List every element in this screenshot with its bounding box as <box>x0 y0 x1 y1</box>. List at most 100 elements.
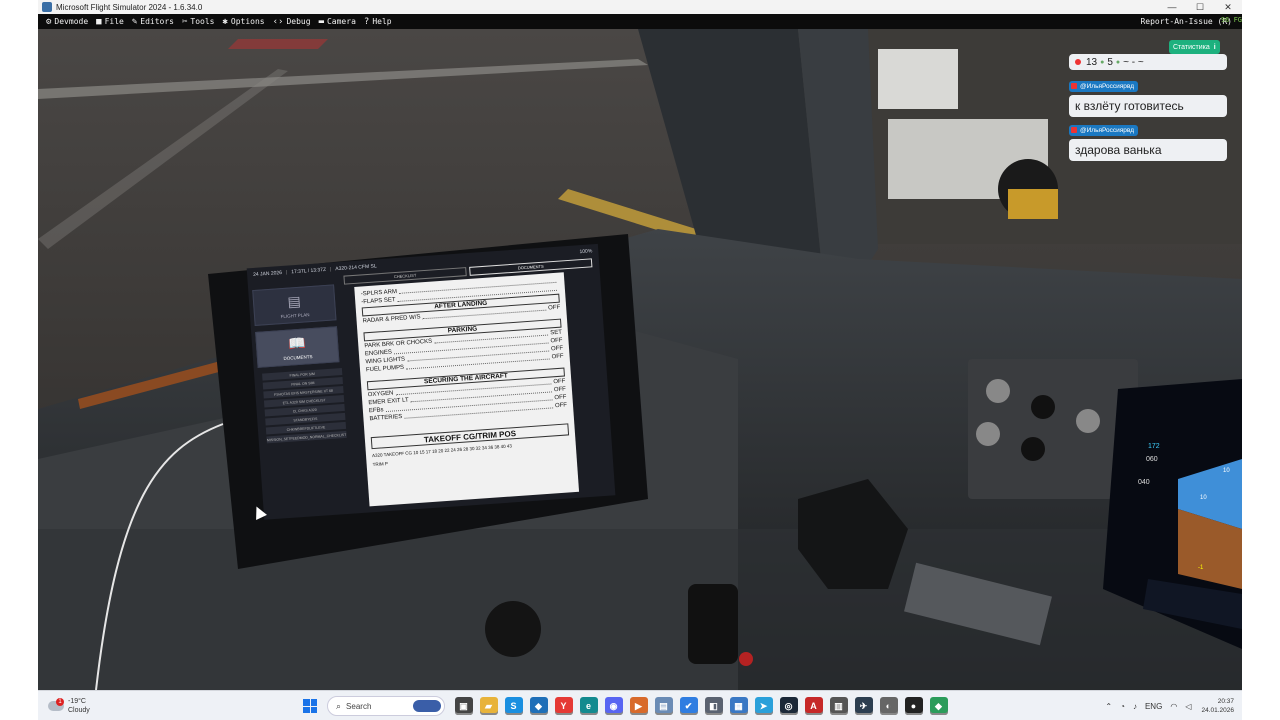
search-label: Search <box>346 701 372 711</box>
msfs-icon[interactable]: ✈ <box>854 697 873 715</box>
file-explorer-icon[interactable]: ▰ <box>479 697 498 715</box>
app-icon-3[interactable]: ▥ <box>829 697 848 715</box>
devmenu-editors[interactable]: ✎ Editors <box>132 17 174 27</box>
screen: Microsoft Flight Simulator 2024 - 1.6.34… <box>0 0 1280 720</box>
devmenu-label: Help <box>372 17 392 26</box>
edge-icon[interactable]: e <box>579 697 598 715</box>
pfd-pitch-tick: 10 <box>1200 495 1207 501</box>
devmenu-camera[interactable]: ▬ Camera <box>319 17 356 27</box>
efb-main: CHECKLIST DOCUMENTS -SPLRS ARM -FLAPS SET… <box>343 258 611 511</box>
pfd-pitch-tick: 10 <box>1223 468 1230 474</box>
devmenu-devmode[interactable]: ⚙ Devmode <box>46 17 88 27</box>
stats-label: Статистика <box>1173 43 1210 51</box>
devmenu-label: Debug <box>286 17 311 26</box>
efb-aircraft: A320-214 CFM SL <box>335 263 377 273</box>
pfd-speed-tick: 040 <box>1138 479 1150 486</box>
app-icon-1[interactable]: ◧ <box>704 697 723 715</box>
todo-icon[interactable]: ✔ <box>679 697 698 715</box>
efb-date: 24 JAN 2026 <box>252 269 283 278</box>
devmenu-tools[interactable]: ✂ Tools <box>182 17 215 27</box>
windows-start-icon[interactable] <box>303 699 317 713</box>
search-icon: ⌕ <box>336 700 342 711</box>
window-titlebar[interactable]: Microsoft Flight Simulator 2024 - 1.6.34… <box>38 0 1242 14</box>
language-indicator[interactable]: ENG <box>1145 702 1162 711</box>
system-tray: ⌃ ◔ ♪ ENG ◠ ◁ 20:37 24.01.2026 <box>1101 695 1234 717</box>
efb-screen[interactable]: 24 JAN 2026 | 17:37L / 13:37Z | A320-214… <box>246 243 616 520</box>
weather-temp: -19°C <box>68 698 86 705</box>
report-issue-link[interactable]: Report-An-Issue (R) <box>1140 17 1232 26</box>
chat-text: к взлёту готовитесь <box>1069 95 1227 117</box>
stats-badge[interactable]: Статистика i <box>1169 40 1220 54</box>
efb-tablet[interactable]: 24 JAN 2026 | 17:37L / 13:37Z | A320-214… <box>238 233 624 530</box>
windows-taskbar: 1 -19°C Cloudy ⌕ Search ▣ ▰ S ◆ Ye ◉ ▶ ▤ ✔ ◧ ▦ ➤ ◎ A ▥… <box>38 690 1242 720</box>
efb-button-label: DOCUMENTS <box>283 353 313 361</box>
media-icon[interactable]: ▶ <box>629 697 648 715</box>
wifi-icon[interactable]: ◠ <box>1170 702 1177 711</box>
youtube-icon <box>1071 127 1077 133</box>
maximize-button[interactable]: ☐ <box>1186 0 1214 14</box>
clock-time: 20:37 <box>1217 698 1234 705</box>
pfd-pitch-tick: -1 <box>1198 565 1204 571</box>
app-icon-2[interactable]: ▦ <box>729 697 748 715</box>
vscode-icon[interactable]: ◆ <box>529 697 548 715</box>
chevron-up-icon[interactable]: ⌃ <box>1105 702 1112 711</box>
telegram-icon[interactable]: ➤ <box>754 697 773 715</box>
checklist-page[interactable]: -SPLRS ARM -FLAPS SET AFTER LANDING RADAR &… <box>354 272 580 507</box>
taskbar-clock[interactable]: 20:37 24.01.2026 <box>1201 697 1234 715</box>
gear-icon: ✱ <box>222 16 228 27</box>
obs-icon[interactable]: ● <box>904 697 923 715</box>
devmenu-debug[interactable]: ‹› Debug <box>273 17 311 27</box>
cloud-icon: 1 <box>48 698 64 711</box>
chat-message: @ИльяРоссиярвд к взлёту готовитесь <box>1069 76 1227 117</box>
efb-documents-button[interactable]: 📖 DOCUMENTS <box>255 326 340 368</box>
efb-flight-plan-button[interactable]: ▤ FLIGHT PLAN <box>252 284 337 326</box>
discord-icon[interactable]: ◉ <box>604 697 623 715</box>
weather-widget[interactable]: 1 -19°C Cloudy <box>48 695 118 717</box>
cockpit-scene: 172 060 040 10 10 -1 <box>38 29 1242 690</box>
devmenu-options[interactable]: ✱ Options <box>222 17 264 27</box>
app-icon-5[interactable]: ◆ <box>929 697 948 715</box>
chat-text: здарова ванька <box>1069 139 1227 161</box>
checklist-value: OFF <box>547 304 561 312</box>
pfd-speed-target: 172 <box>1148 443 1160 450</box>
devmenu-label: Devmode <box>54 17 89 26</box>
chat-author-name: @ИльяРоссиярвд <box>1080 126 1135 134</box>
sim-viewport[interactable]: 172 060 040 10 10 -1 24 JAN 2026 | 17:37… <box>38 29 1242 690</box>
volume-icon[interactable]: ◁ <box>1185 702 1191 711</box>
help-icon: ? <box>363 16 370 27</box>
devmenu-label: Tools <box>190 17 215 26</box>
counter-extra: ~ - ~ <box>1123 56 1144 68</box>
yandex-icon[interactable]: Y <box>554 697 573 715</box>
efb-sidebar: ▤ FLIGHT PLAN 📖 DOCUMENTS FINAL FOR SIM F… <box>252 284 356 516</box>
checklist-value: OFF <box>551 353 564 361</box>
chat-author-name: @ИльяРоссиярвд <box>1080 82 1135 90</box>
task-view-icon[interactable]: ▣ <box>454 697 473 715</box>
pfd-speed-tick: 060 <box>1146 456 1158 463</box>
taskbar-search[interactable]: ⌕ Search <box>327 696 445 716</box>
chat-message: @ИльяРоссиярвд здарова ванька <box>1069 120 1227 161</box>
efb-time: 17:37L / 13:37Z <box>291 266 327 276</box>
minimize-button[interactable]: — <box>1158 0 1186 14</box>
skype-icon[interactable]: S <box>504 697 523 715</box>
acrobat-icon[interactable]: A <box>804 697 823 715</box>
youtube-icon <box>1071 83 1077 89</box>
takeoff-cg-label: TAKEOFF CG <box>383 450 414 458</box>
devmenu-help[interactable]: ? Help <box>364 17 392 27</box>
app-icon-4[interactable]: ◐ <box>879 697 898 715</box>
microphone-icon[interactable]: ♪ <box>1133 702 1137 711</box>
notepad-icon[interactable]: ▤ <box>654 697 673 715</box>
checklist-value: OFF <box>554 402 568 410</box>
devmode-menu: ⚙ Devmode ■ File ✎ Editors ✂ Tools ✱ Options ‹› Deb… <box>38 17 392 27</box>
devmenu-file[interactable]: ■ File <box>96 17 124 27</box>
steam-icon[interactable]: ◎ <box>779 697 798 715</box>
weather-text: -19°C Cloudy <box>68 697 90 715</box>
close-button[interactable]: ✕ <box>1214 0 1242 14</box>
pencil-icon: ✎ <box>131 16 138 27</box>
takeoff-side-label: A320 <box>371 452 384 459</box>
devmenu-label: Options <box>230 17 265 26</box>
devmode-icon: ⚙ <box>46 16 52 27</box>
devmenu-label: Camera <box>326 17 356 26</box>
checklist-item: EFBs <box>368 407 384 415</box>
network-icon[interactable]: ◔ <box>1120 702 1125 711</box>
info-icon: i <box>1213 43 1216 51</box>
